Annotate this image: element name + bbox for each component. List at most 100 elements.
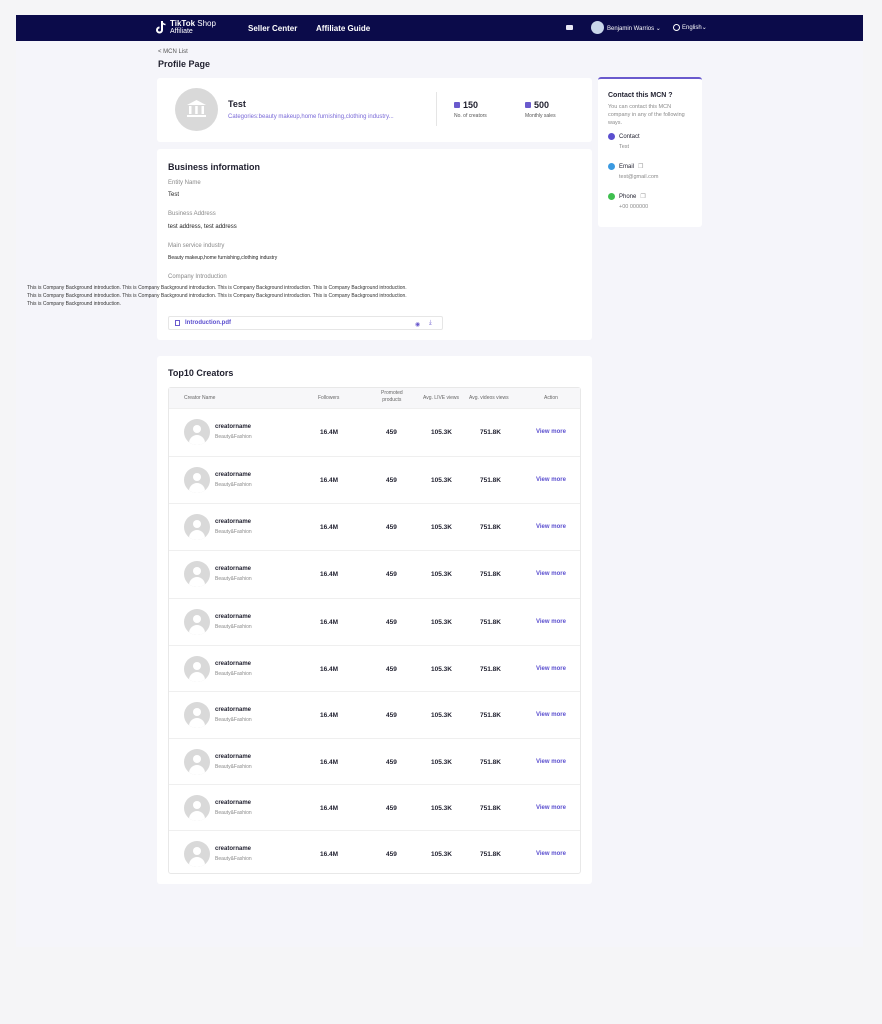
user-avatar[interactable]: [591, 21, 604, 34]
email-value[interactable]: test@gmail.com: [619, 174, 659, 180]
creator-followers: 16.4M: [320, 571, 339, 578]
creator-video-views: 751.8K: [480, 712, 501, 719]
creators-table: Creator Name Followers Promoted products …: [168, 387, 581, 874]
creator-video-views: 751.8K: [480, 477, 501, 484]
view-more-link[interactable]: View more: [536, 759, 566, 765]
intro-file-name[interactable]: Introduction.pdf: [185, 320, 231, 326]
table-row: creatorname Beauty&Fashion 16.4M 459 105.3K 7…: [169, 408, 580, 455]
creator-name[interactable]: creatorname: [215, 846, 251, 852]
creator-avatar[interactable]: [184, 749, 210, 775]
top-navbar: TikTok Shop Affiliate Seller Center Affi…: [16, 15, 863, 41]
creator-avatar[interactable]: [184, 609, 210, 635]
creator-live-views: 105.3K: [431, 712, 452, 719]
phone-icon: [608, 193, 615, 200]
creator-name[interactable]: creatorname: [215, 424, 251, 430]
entity-name-label: Entity Name: [168, 180, 201, 186]
creator-promoted-products: 459: [386, 429, 397, 436]
creator-avatar[interactable]: [184, 656, 210, 682]
view-more-link[interactable]: View more: [536, 429, 566, 435]
creator-name[interactable]: creatorname: [215, 707, 251, 713]
table-row: creatorname Beauty&Fashion 16.4M 459 105.3K 7…: [169, 598, 580, 645]
contact-title: Contact this MCN ?: [608, 92, 673, 99]
logo-text-brand: TikTok: [170, 19, 196, 28]
creator-promoted-products: 459: [386, 851, 397, 858]
creator-avatar[interactable]: [184, 702, 210, 728]
globe-icon: [673, 24, 680, 31]
intro-file-attachment[interactable]: Introduction.pdf ◉ ⤓: [168, 316, 443, 330]
contact-person-row: Contact: [608, 133, 640, 140]
view-more-link[interactable]: View more: [536, 851, 566, 857]
creator-avatar[interactable]: [184, 841, 210, 867]
creator-avatar[interactable]: [184, 795, 210, 821]
creator-name[interactable]: creatorname: [215, 519, 251, 525]
view-more-link[interactable]: View more: [536, 571, 566, 577]
creator-name[interactable]: creatorname: [215, 754, 251, 760]
creators-icon: [454, 102, 460, 108]
col-promoted-line2: products: [382, 397, 402, 403]
view-more-link[interactable]: View more: [536, 666, 566, 672]
view-more-link[interactable]: View more: [536, 524, 566, 530]
view-more-link[interactable]: View more: [536, 477, 566, 483]
copy-icon[interactable]: ❐: [638, 163, 643, 170]
creators-count: 150: [463, 100, 479, 110]
creator-category: Beauty&Fashion: [215, 529, 252, 535]
contact-label: Contact: [619, 133, 640, 140]
creator-name[interactable]: creatorname: [215, 661, 251, 667]
eye-icon[interactable]: ◉: [415, 321, 420, 328]
creator-followers: 16.4M: [320, 666, 339, 673]
table-row: creatorname Beauty&Fashion 16.4M 459 105.3K 7…: [169, 550, 580, 597]
sales-label: Monthly sales: [525, 113, 556, 119]
tiktok-icon: [156, 21, 166, 34]
mcn-name: Test: [228, 99, 246, 109]
creator-category: Beauty&Fashion: [215, 434, 252, 440]
col-creator-name: Creator Name: [184, 395, 216, 401]
download-icon[interactable]: ⤓: [429, 320, 432, 327]
business-address-value: test address, test address: [168, 224, 237, 230]
email-icon: [608, 163, 615, 170]
creator-avatar[interactable]: [184, 561, 210, 587]
view-more-link[interactable]: View more: [536, 619, 566, 625]
sales-icon: [525, 102, 531, 108]
nav-affiliate-guide[interactable]: Affiliate Guide: [316, 24, 370, 33]
tiktok-shop-logo[interactable]: TikTok Shop Affiliate: [156, 20, 216, 36]
creator-followers: 16.4M: [320, 805, 339, 812]
copy-icon[interactable]: ❐: [640, 193, 645, 200]
creator-followers: 16.4M: [320, 759, 339, 766]
creator-name[interactable]: creatorname: [215, 472, 251, 478]
creator-name[interactable]: creatorname: [215, 614, 251, 620]
view-more-link[interactable]: View more: [536, 712, 566, 718]
creator-category: Beauty&Fashion: [215, 717, 252, 723]
creator-promoted-products: 459: [386, 571, 397, 578]
mcn-categories: Categories:beauty makeup,home furnishing…: [228, 114, 394, 120]
intro-line: This is Company Background introduction.…: [27, 293, 407, 299]
creator-avatar[interactable]: [184, 514, 210, 540]
creator-name[interactable]: creatorname: [215, 566, 251, 572]
contact-value: Test: [619, 144, 630, 150]
language-selector[interactable]: English ⌄: [673, 24, 707, 31]
creator-avatar[interactable]: [184, 419, 210, 445]
business-info-title: Business information: [168, 162, 261, 172]
bank-icon: [187, 100, 206, 117]
email-label: Email: [619, 163, 635, 170]
logo-text-shop: Shop: [195, 19, 216, 28]
user-menu[interactable]: Benjamin Warrios ⌄: [607, 25, 661, 32]
phone-label: Phone: [619, 193, 637, 200]
creator-live-views: 105.3K: [431, 571, 452, 578]
nav-seller-center[interactable]: Seller Center: [248, 24, 297, 33]
col-action: Action: [544, 395, 558, 401]
sales-count: 500: [534, 100, 550, 110]
top-creators-card: Top10 Creators Creator Name Followers Pr…: [157, 356, 592, 884]
view-more-link[interactable]: View more: [536, 805, 566, 811]
creator-live-views: 105.3K: [431, 477, 452, 484]
creator-avatar[interactable]: [184, 467, 210, 493]
creator-video-views: 751.8K: [480, 666, 501, 673]
creator-category: Beauty&Fashion: [215, 856, 252, 862]
creator-name[interactable]: creatorname: [215, 800, 251, 806]
user-name: Benjamin Warrios: [607, 26, 655, 32]
mail-icon[interactable]: [566, 25, 573, 30]
breadcrumb-mcn-list[interactable]: < MCN List: [158, 49, 188, 55]
stat-sales: 500 Monthly sales: [525, 100, 556, 119]
creator-video-views: 751.8K: [480, 571, 501, 578]
chevron-down-icon: ⌄: [655, 26, 661, 32]
creator-followers: 16.4M: [320, 429, 339, 436]
